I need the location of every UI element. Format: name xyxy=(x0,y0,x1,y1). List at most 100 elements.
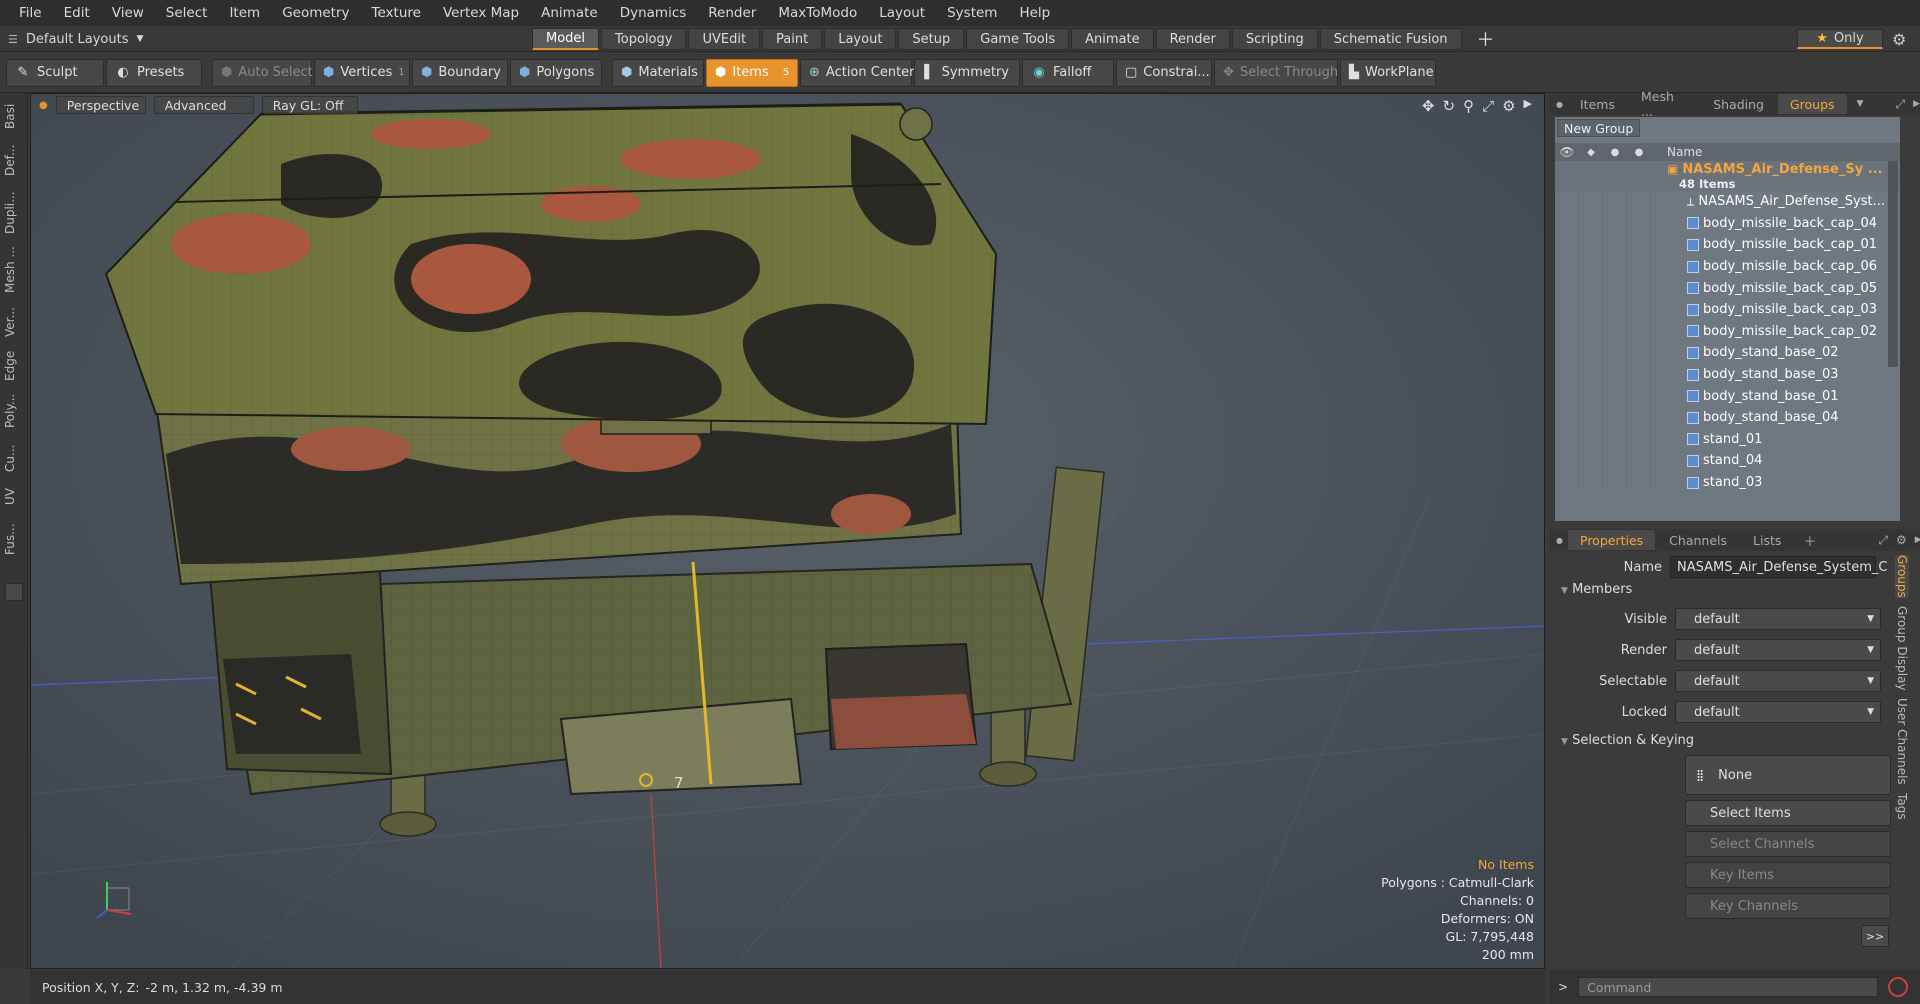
list-item[interactable]: body_missile_back_cap_02 xyxy=(1555,320,1900,343)
list-item[interactable]: body_missile_back_cap_03 xyxy=(1555,298,1900,321)
list-item[interactable]: body_missile_back_cap_04 xyxy=(1555,212,1900,235)
left-tab-fusion[interactable]: Fus... xyxy=(3,517,25,561)
tab-uvedit[interactable]: UVEdit xyxy=(688,28,761,50)
none-button[interactable]: ⁞⁞ None xyxy=(1685,755,1891,795)
list-item[interactable]: stand_03 xyxy=(1555,471,1900,494)
menu-render[interactable]: Render xyxy=(697,5,767,21)
tab-model[interactable]: Model xyxy=(532,28,600,50)
only-button[interactable]: ★ Only xyxy=(1797,29,1883,49)
list-item[interactable]: body_missile_back_cap_01 xyxy=(1555,234,1900,256)
panel-menu-icon[interactable]: ▼ xyxy=(1857,99,1864,109)
left-tab-edge[interactable]: Edge xyxy=(3,349,25,383)
list-item[interactable]: body_missile_back_cap_06 xyxy=(1555,255,1900,278)
menu-file[interactable]: File xyxy=(8,5,53,21)
rotate-view-icon[interactable]: ↻ xyxy=(1442,97,1455,115)
add-tab-button[interactable]: ＋ xyxy=(1464,28,1508,51)
panel-arrow-icon[interactable]: ▶ xyxy=(1913,99,1920,109)
list-item[interactable]: body_stand_base_02 xyxy=(1555,342,1900,364)
viewport-gear-icon[interactable]: ⚙ xyxy=(1502,97,1515,115)
list-item[interactable]: ⟂ NASAMS_Air_Defense_Syst... xyxy=(1555,191,1900,213)
perspective-button[interactable]: Perspective xyxy=(55,96,146,114)
groups-scrollbar[interactable] xyxy=(1888,161,1898,367)
left-tab-vertex[interactable]: Ver... xyxy=(3,301,25,343)
auto-select-button[interactable]: ⬢ Auto Select xyxy=(212,58,313,87)
locked-select[interactable]: default xyxy=(1675,701,1881,723)
menu-system[interactable]: System xyxy=(936,5,1008,21)
sculpt-button[interactable]: ✎ Sculpt xyxy=(6,58,104,87)
list-item[interactable]: stand_04 xyxy=(1555,450,1900,472)
menu-edit[interactable]: Edit xyxy=(53,5,101,21)
menu-texture[interactable]: Texture xyxy=(361,5,432,21)
left-tab-deform[interactable]: Def... xyxy=(3,139,25,181)
falloff-button[interactable]: ◉ Falloff xyxy=(1022,58,1114,87)
keying-section[interactable]: ▼ Selection & Keying xyxy=(1561,733,1694,748)
side-tab-tags[interactable]: Tags xyxy=(1895,793,1909,820)
tab-schematic-fusion[interactable]: Schematic Fusion xyxy=(1319,28,1462,50)
command-input[interactable]: Command xyxy=(1578,977,1879,997)
name-field[interactable]: NASAMS_Air_Defense_System_C xyxy=(1670,556,1887,578)
side-tab-group-display[interactable]: Group Display xyxy=(1895,606,1909,691)
menu-help[interactable]: Help xyxy=(1008,5,1061,21)
layout-selector[interactable]: ☰ Default Layouts ▼ xyxy=(8,30,143,48)
group-row[interactable]: ▣ NASAMS_Air_Defense_Sy ... 48 Items xyxy=(1555,161,1900,191)
tab-game-tools[interactable]: Game Tools xyxy=(966,28,1070,50)
gear-icon[interactable]: ⚙ xyxy=(1892,30,1906,49)
select-channels-button[interactable]: Select Channels xyxy=(1685,831,1891,857)
select-items-button[interactable]: Select Items xyxy=(1685,800,1891,826)
tab-topology[interactable]: Topology xyxy=(601,28,687,50)
maximize-icon[interactable]: ⤢ xyxy=(1482,97,1494,115)
side-tab-user-channels[interactable]: User Channels xyxy=(1895,698,1909,785)
left-tab-basic[interactable]: Basi xyxy=(3,99,25,133)
left-tab-curve[interactable]: Cu... xyxy=(3,439,25,477)
more-button[interactable]: >> xyxy=(1861,925,1889,947)
props-arrow-icon[interactable]: ▶ xyxy=(1915,535,1920,545)
left-tab-duplicate[interactable]: Dupli... xyxy=(3,187,25,239)
left-tab-mesh[interactable]: Mesh ... xyxy=(3,245,25,295)
workplane-button[interactable]: ▙ WorkPlane xyxy=(1340,58,1436,87)
items-button[interactable]: ⬢ Items 5 xyxy=(706,58,798,87)
tab-animate[interactable]: Animate xyxy=(1071,28,1154,50)
boundary-button[interactable]: ⬢ Boundary xyxy=(412,58,508,87)
menu-select[interactable]: Select xyxy=(155,5,219,21)
menu-geometry[interactable]: Geometry xyxy=(271,5,360,21)
list-item[interactable]: body_missile_back_cap_05 xyxy=(1555,277,1900,299)
raygl-button[interactable]: Ray GL: Off xyxy=(261,96,358,114)
new-group-button[interactable]: New Group xyxy=(1557,119,1641,137)
left-tab-uv[interactable]: UV xyxy=(3,483,25,511)
list-item[interactable]: body_stand_base_03 xyxy=(1555,363,1900,386)
selectable-select[interactable]: default xyxy=(1675,670,1881,692)
render-select[interactable]: default xyxy=(1675,639,1881,661)
viewport-arrow-icon[interactable]: ▶ xyxy=(1524,97,1532,115)
tab-items[interactable]: Items xyxy=(1568,94,1627,114)
tab-paint[interactable]: Paint xyxy=(762,28,823,50)
vertices-button[interactable]: ⬢ Vertices 1 xyxy=(314,58,410,87)
visible-select[interactable]: default xyxy=(1675,608,1881,630)
presets-button[interactable]: ◐ Presets xyxy=(106,58,202,87)
tab-render[interactable]: Render xyxy=(1155,28,1230,50)
menu-vertex-map[interactable]: Vertex Map xyxy=(432,5,530,21)
3d-viewport[interactable]: 7 ● Perspective Advanced Ray GL: Off ✥ ↻… xyxy=(30,93,1545,969)
tab-layout[interactable]: Layout xyxy=(824,28,897,50)
constraints-button[interactable]: ▢ Constrai... xyxy=(1116,58,1212,87)
select-through-button[interactable]: ✥ Select Through xyxy=(1214,58,1338,87)
members-section[interactable]: ▼ Members xyxy=(1561,582,1632,597)
tab-shading[interactable]: Shading xyxy=(1701,94,1776,114)
menu-view[interactable]: View xyxy=(101,5,155,21)
tab-scripting[interactable]: Scripting xyxy=(1231,28,1318,50)
panel-expand-icon[interactable]: ⤢ xyxy=(1895,97,1905,112)
list-item[interactable]: stand_01 xyxy=(1555,428,1900,451)
shading-button[interactable]: Advanced xyxy=(153,96,254,114)
tab-mesh[interactable]: Mesh ... xyxy=(1629,89,1699,119)
key-items-button[interactable]: Key Items xyxy=(1685,862,1891,888)
list-item[interactable]: body_stand_base_01 xyxy=(1555,385,1900,407)
left-strip-toggle[interactable] xyxy=(5,583,23,601)
menu-maxtomodo[interactable]: MaxToModo xyxy=(767,5,868,21)
menu-layout[interactable]: Layout xyxy=(868,5,936,21)
zoom-view-icon[interactable]: ⚲ xyxy=(1463,97,1474,115)
side-tab-groups[interactable]: Groups xyxy=(1895,555,1909,598)
menu-item[interactable]: Item xyxy=(218,5,271,21)
materials-button[interactable]: ⬢ Materials xyxy=(612,58,704,87)
menu-animate[interactable]: Animate xyxy=(530,5,609,21)
action-center-button[interactable]: ⊕ Action Center xyxy=(800,58,915,87)
menu-dynamics[interactable]: Dynamics xyxy=(609,5,698,21)
